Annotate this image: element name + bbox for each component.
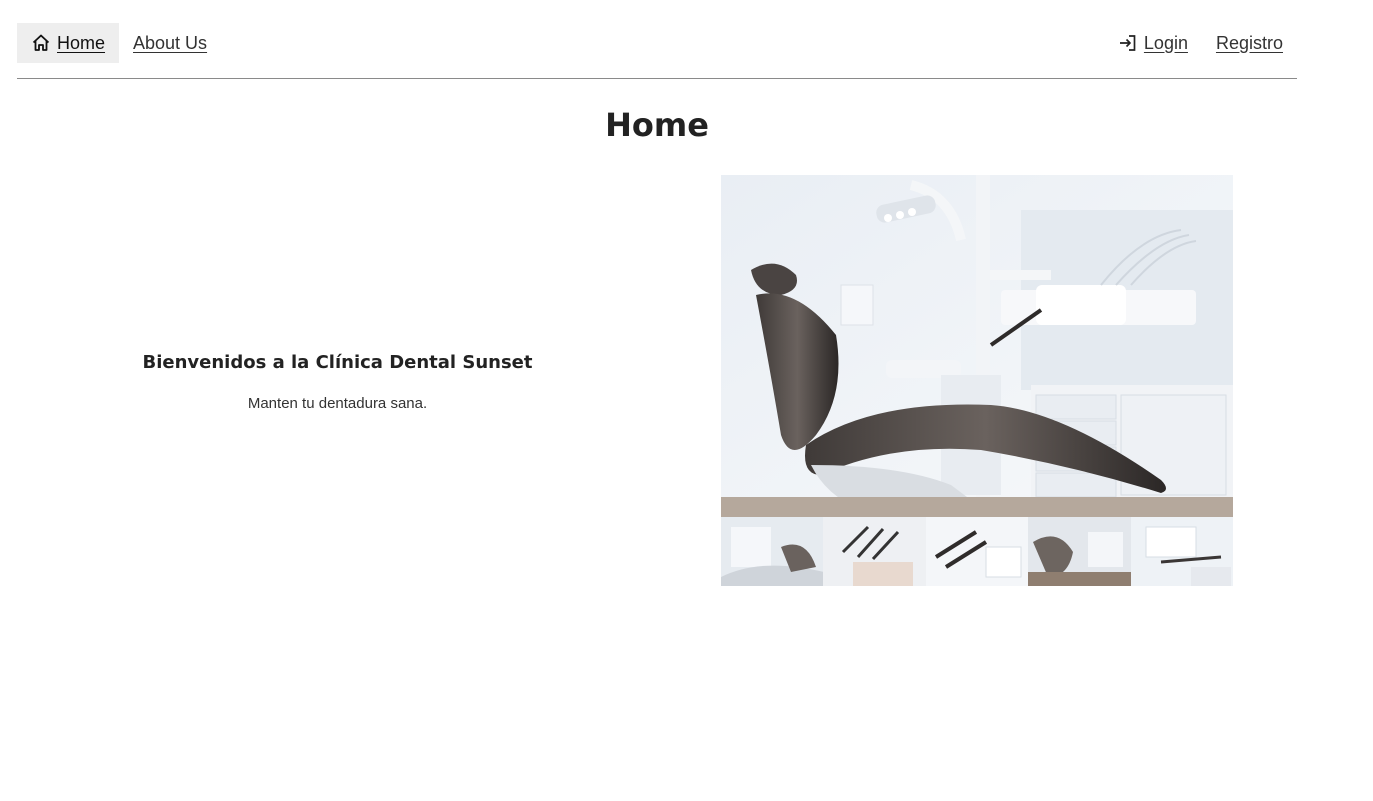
page: Home About Us Login Registro Home Bienve… — [0, 0, 1373, 801]
nav-left: Home About Us — [17, 23, 221, 63]
nav-about-label: About Us — [133, 32, 208, 53]
thumbnail-image[interactable] — [925, 517, 1029, 586]
page-title: Home — [605, 106, 709, 144]
thumbnail-image[interactable] — [721, 517, 824, 586]
welcome-text: Manten tu dentadura sana. — [247, 395, 428, 412]
thumbnail-image[interactable] — [1130, 517, 1234, 586]
nav-register-link[interactable]: Registro — [1202, 23, 1297, 63]
nav-home-label: Home — [57, 32, 106, 53]
nav-about-link[interactable]: About Us — [119, 23, 221, 63]
nav-register-label: Registro — [1215, 32, 1283, 53]
thumbnail-image[interactable] — [823, 517, 926, 586]
nav-home-link[interactable]: Home — [17, 23, 120, 63]
nav-right: Login Registro — [1104, 23, 1297, 63]
navbar: Home About Us Login Registro — [17, 0, 1297, 79]
welcome-heading: Bienvenidos a la Clínica Dental Sunset — [142, 352, 533, 373]
thumbnail-image[interactable] — [1028, 517, 1131, 586]
home-icon — [31, 33, 51, 53]
thumbnail-strip — [721, 517, 1234, 586]
welcome-section: Bienvenidos a la Clínica Dental Sunset M… — [60, 352, 615, 412]
nav-login-label: Login — [1143, 32, 1188, 53]
login-icon — [1118, 33, 1138, 53]
nav-login-link[interactable]: Login — [1104, 23, 1202, 63]
